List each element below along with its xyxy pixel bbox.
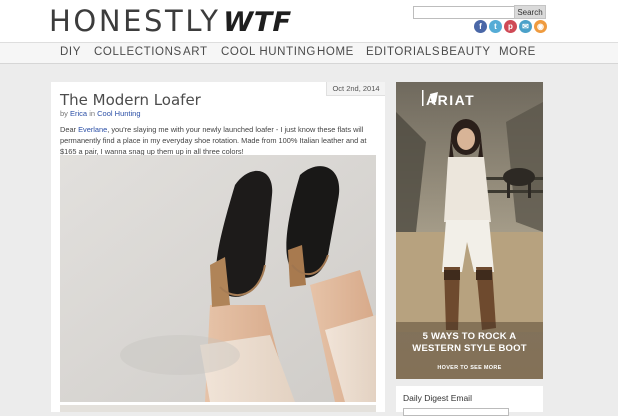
site-logo[interactable]: HONESTLY WTF [49, 4, 295, 38]
body-text-start: Dear [60, 125, 79, 134]
everlane-link[interactable]: Everlane [78, 125, 107, 134]
search-input[interactable] [413, 6, 515, 19]
post-date: Oct 2nd, 2014 [326, 82, 385, 96]
nav-item-diy[interactable]: DIY [60, 46, 81, 58]
byline-by: by [60, 109, 68, 118]
main-nav: DIY COLLECTIONS ART COOL HUNTING HOME ED… [0, 42, 618, 64]
newsletter-email-input[interactable] [403, 408, 509, 416]
sidebar-ad-ariat[interactable]: ARIAT 5 WAYS TO ROCK A WESTERN STYLE BOO… [396, 82, 543, 379]
rss-icon[interactable]: ◉ [534, 20, 547, 33]
email-icon[interactable]: ✉ [519, 20, 532, 33]
byline-in: in [89, 109, 96, 118]
nav-item-beauty[interactable]: BEAUTY [441, 46, 491, 58]
pinterest-icon[interactable]: p [504, 20, 517, 33]
ad-cta: HOVER TO SEE MORE [437, 365, 502, 371]
site-header: HONESTLY WTF Search f t p ✉ ◉ [0, 0, 618, 42]
ad-brand-logo: ARIAT [426, 92, 476, 108]
post-byline: by Erica in Cool Hunting [60, 109, 141, 118]
logo-main-text: HONESTLY [49, 4, 221, 38]
category-link[interactable]: Cool Hunting [97, 109, 140, 118]
newsletter-label: Daily Digest Email [403, 393, 472, 403]
social-links: f t p ✉ ◉ [474, 20, 547, 33]
twitter-icon[interactable]: t [489, 20, 502, 33]
ad-headline-line2: WESTERN STYLE BOOT [412, 343, 527, 354]
nav-item-cool-hunting[interactable]: COOL HUNTING [221, 46, 316, 58]
nav-item-more[interactable]: MORE [499, 46, 536, 58]
post-body: Dear Everlane, you're slaying me with yo… [60, 124, 378, 157]
ad-headline-line1: 5 WAYS TO ROCK A [422, 331, 517, 342]
logo-accent-text: WTF [219, 7, 295, 38]
author-link[interactable]: Erica [70, 109, 87, 118]
newsletter-widget: Daily Digest Email [396, 386, 543, 416]
loafers-photo [60, 155, 376, 402]
nav-item-art[interactable]: ART [183, 46, 208, 58]
ad-headline: 5 WAYS TO ROCK A WESTERN STYLE BOOT [396, 331, 543, 355]
post-image-loafers [60, 155, 376, 402]
post-image-second [60, 405, 376, 412]
facebook-icon[interactable]: f [474, 20, 487, 33]
nav-item-home[interactable]: HOME [317, 46, 354, 58]
nav-item-collections[interactable]: COLLECTIONS [94, 46, 182, 58]
search-button[interactable]: Search [514, 5, 546, 19]
nav-item-editorials[interactable]: EDITORIALS [366, 46, 440, 58]
post-title[interactable]: The Modern Loafer [60, 91, 201, 109]
